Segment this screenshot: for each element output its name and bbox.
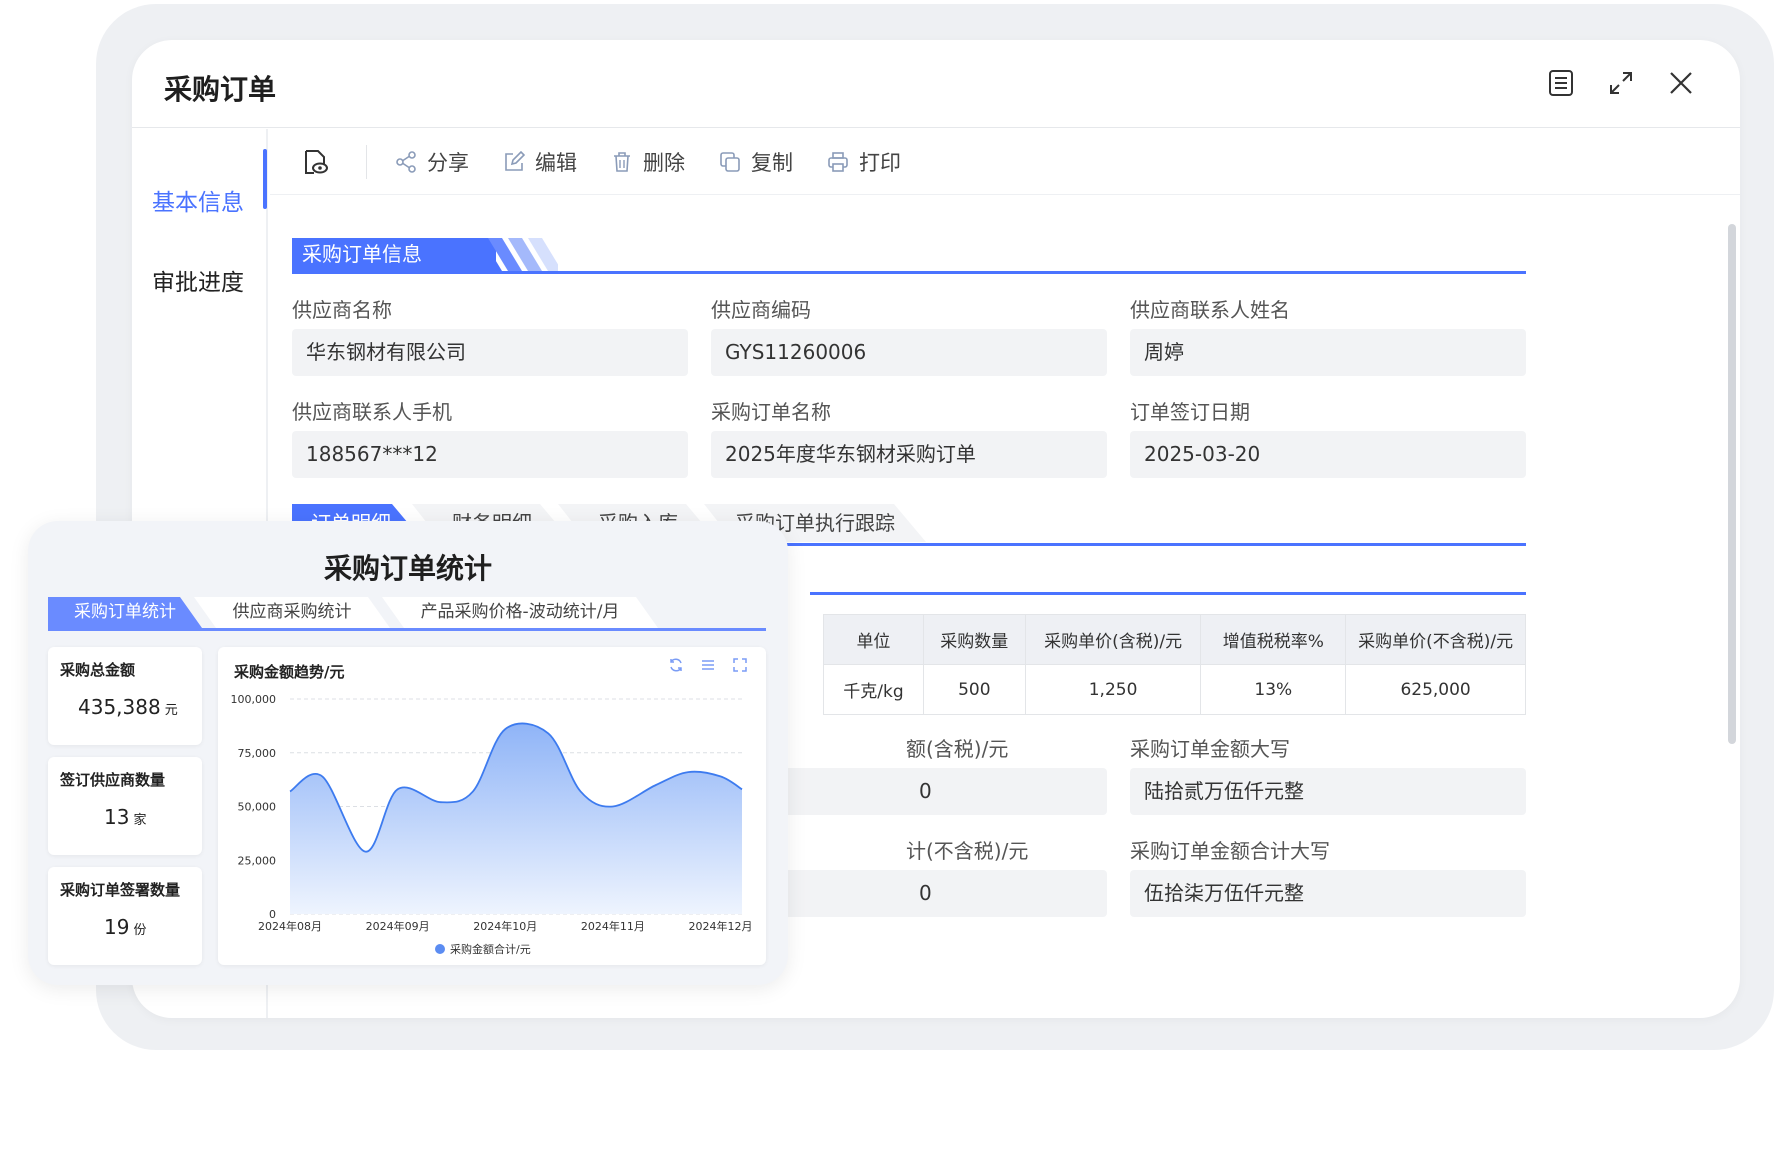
stats-tab-supplier-stats[interactable]: 供应商采购统计 bbox=[194, 597, 390, 628]
sidenav-active-indicator bbox=[263, 149, 267, 209]
table-header-tax-rate: 增值税税率% bbox=[1200, 614, 1347, 665]
kpi-unit: 家 bbox=[133, 813, 147, 828]
x-tick-label: 2024年11月 bbox=[581, 919, 645, 933]
field-contact-phone[interactable]: 188567***12 bbox=[292, 431, 688, 478]
field-label-sign-date: 订单签订日期 bbox=[1130, 400, 1250, 424]
field-order-name[interactable]: 2025年度华东钢材采购订单 bbox=[711, 431, 1107, 478]
stats-title: 采购订单统计 bbox=[324, 552, 493, 585]
copy-button[interactable]: 复制 bbox=[719, 147, 793, 177]
table-header-price-tax-excl: 采购单价(不含税)/元 bbox=[1345, 614, 1526, 665]
x-tick-label: 2024年12月 bbox=[688, 919, 752, 933]
kpi-card-total-amount: 采购总金额 435,388 元 bbox=[48, 647, 202, 745]
section-header-stripes bbox=[468, 238, 558, 271]
print-button[interactable]: 打印 bbox=[827, 147, 901, 177]
legend-marker bbox=[435, 944, 445, 954]
x-tick-label: 2024年08月 bbox=[258, 919, 322, 933]
trend-chart: 025,00050,00075,000100,0002024年08月 2024年0… bbox=[231, 693, 753, 956]
window-title: 采购订单 bbox=[164, 73, 277, 106]
stats-tab-order-stats[interactable]: 采购订单统计 bbox=[48, 597, 202, 628]
field-label-total-tax-excl: 计(不含税)/元 bbox=[906, 839, 1029, 863]
y-tick-label: 75,000 bbox=[238, 747, 277, 760]
y-tick-label: 50,000 bbox=[238, 801, 277, 814]
kpi-card-signed-orders: 采购订单签署数量 19 份 bbox=[48, 867, 202, 965]
table-cell: 1,250 bbox=[1024, 664, 1202, 715]
share-icon bbox=[396, 150, 416, 173]
field-label-order-name: 采购订单名称 bbox=[711, 400, 831, 424]
edit-label: 编辑 bbox=[535, 150, 577, 175]
sub-section-underline bbox=[810, 592, 1526, 595]
y-tick-label: 100,000 bbox=[231, 693, 277, 706]
delete-button[interactable]: 删除 bbox=[611, 147, 685, 177]
share-label: 分享 bbox=[427, 150, 469, 175]
field-contact-name[interactable]: 周婷 bbox=[1130, 329, 1526, 376]
table-header-price-tax-incl: 采购单价(含税)/元 bbox=[1024, 614, 1202, 665]
document-list-icon[interactable] bbox=[1544, 66, 1578, 100]
table-cell: 千克/kg bbox=[823, 664, 924, 715]
y-tick-label: 25,000 bbox=[238, 854, 277, 867]
print-label: 打印 bbox=[859, 150, 901, 175]
edit-button[interactable]: 编辑 bbox=[503, 147, 577, 177]
table-cell: 500 bbox=[922, 664, 1026, 715]
kpi-unit: 元 bbox=[164, 703, 178, 718]
sidenav-item-approval-progress[interactable]: 审批进度 bbox=[152, 263, 244, 297]
sidenav-item-basic-info[interactable]: 基本信息 bbox=[152, 183, 244, 217]
kpi-value: 13 家 bbox=[104, 805, 146, 829]
window-header: 采购订单 bbox=[132, 40, 1740, 128]
kpi-number: 435,388 bbox=[78, 695, 161, 719]
section-header: 采购订单信息 bbox=[292, 238, 1526, 274]
close-icon[interactable] bbox=[1664, 66, 1698, 100]
kpi-value: 435,388 元 bbox=[78, 695, 178, 719]
field-supplier-code[interactable]: GYS11260006 bbox=[711, 329, 1107, 376]
kpi-card-supplier-count: 签订供应商数量 13 家 bbox=[48, 757, 202, 855]
field-supplier-name[interactable]: 华东钢材有限公司 bbox=[292, 329, 688, 376]
print-icon bbox=[828, 151, 848, 172]
x-tick-label: 2024年10月 bbox=[473, 919, 537, 933]
expand-icon[interactable] bbox=[1604, 66, 1638, 100]
order-items-table: 单位 采购数量 采购单价(含税)/元 增值税税率% 采购单价(不含税)/元 千克… bbox=[823, 614, 1526, 715]
kpi-number: 19 bbox=[104, 915, 130, 939]
edit-icon bbox=[505, 150, 525, 171]
share-button[interactable]: 分享 bbox=[395, 147, 469, 177]
delete-label: 删除 bbox=[643, 150, 685, 175]
section-title: 采购订单信息 bbox=[292, 238, 496, 271]
field-label-total-tax-incl: 额(含税)/元 bbox=[906, 737, 1009, 761]
table-cell: 13% bbox=[1200, 664, 1347, 715]
table-cell: 625,000 bbox=[1345, 664, 1526, 715]
stats-tabs: 采购订单统计 供应商采购统计 产品采购价格-波动统计/月 bbox=[48, 597, 766, 631]
kpi-label: 签订供应商数量 bbox=[60, 771, 166, 789]
copy-label: 复制 bbox=[751, 150, 793, 175]
field-label-supplier-name: 供应商名称 bbox=[292, 298, 392, 322]
kpi-value: 19 份 bbox=[104, 915, 146, 939]
table-header-quantity: 采购数量 bbox=[922, 614, 1026, 665]
toolbar: 分享 编辑 删除 复制 打印 bbox=[270, 129, 1740, 195]
toolbar-separator bbox=[366, 144, 367, 179]
x-tick-label: 2024年09月 bbox=[366, 919, 430, 933]
field-label-contact-phone: 供应商联系人手机 bbox=[292, 400, 452, 424]
table-row[interactable]: 千克/kg 500 1,250 13% 625,000 bbox=[823, 664, 1526, 715]
trend-chart-card: 采购金额趋势/元 0 25,000 50,000 75,000 100,000 2024年… bbox=[218, 647, 766, 965]
series-area bbox=[290, 723, 742, 914]
copy-icon bbox=[720, 151, 740, 172]
kpi-label: 采购总金额 bbox=[60, 661, 136, 679]
field-total-upper[interactable]: 陆拾贰万伍仟元整 bbox=[1130, 768, 1526, 815]
preview-eye-icon[interactable] bbox=[298, 145, 332, 179]
table-header-unit: 单位 bbox=[823, 614, 924, 665]
legend-label: 采购金额合计/元 bbox=[450, 942, 531, 956]
delete-icon bbox=[614, 151, 630, 172]
kpi-number: 13 bbox=[104, 805, 130, 829]
kpi-unit: 份 bbox=[133, 923, 147, 938]
field-sign-date[interactable]: 2025-03-20 bbox=[1130, 431, 1526, 478]
vertical-scrollbar[interactable] bbox=[1728, 224, 1736, 744]
purchase-statistics-panel: 采购订单统计 采购订单统计 供应商采购统计 产品采购价格-波动统计/月 采购总金… bbox=[28, 521, 788, 985]
kpi-label: 采购订单签署数量 bbox=[60, 881, 181, 899]
field-label-supplier-code: 供应商编码 bbox=[711, 298, 811, 322]
field-label-total-upper: 采购订单金额大写 bbox=[1130, 737, 1290, 761]
stats-tab-price-fluctuation[interactable]: 产品采购价格-波动统计/月 bbox=[382, 597, 658, 628]
field-label-total-excl-upper: 采购订单金额合计大写 bbox=[1130, 839, 1330, 863]
field-label-contact-name: 供应商联系人姓名 bbox=[1130, 298, 1290, 322]
field-total-excl-upper[interactable]: 伍拾柒万伍仟元整 bbox=[1130, 870, 1526, 917]
